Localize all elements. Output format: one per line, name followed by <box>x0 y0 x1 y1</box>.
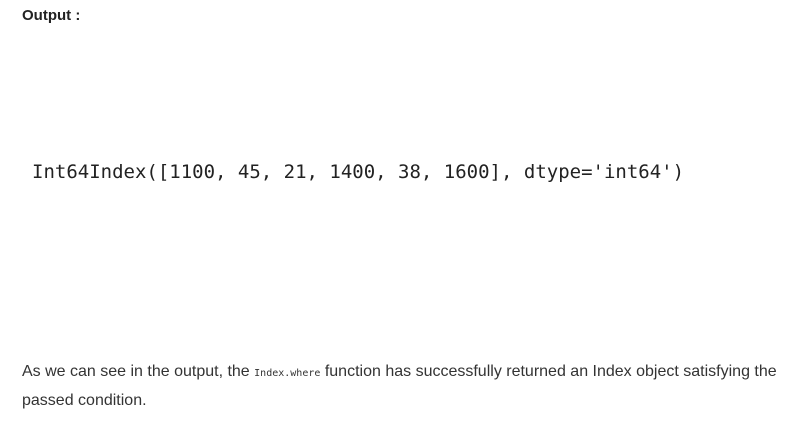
paragraph-text-before: As we can see in the output, the <box>22 363 255 380</box>
page: Output : Int64Index([1100, 45, 21, 1400,… <box>0 0 810 435</box>
explanation-paragraph: As we can see in the output, the Index.w… <box>22 358 792 414</box>
output-heading: Output : <box>22 7 81 24</box>
code-output: Int64Index([1100, 45, 21, 1400, 38, 1600… <box>32 161 685 183</box>
inline-code: Index.where <box>254 368 321 379</box>
